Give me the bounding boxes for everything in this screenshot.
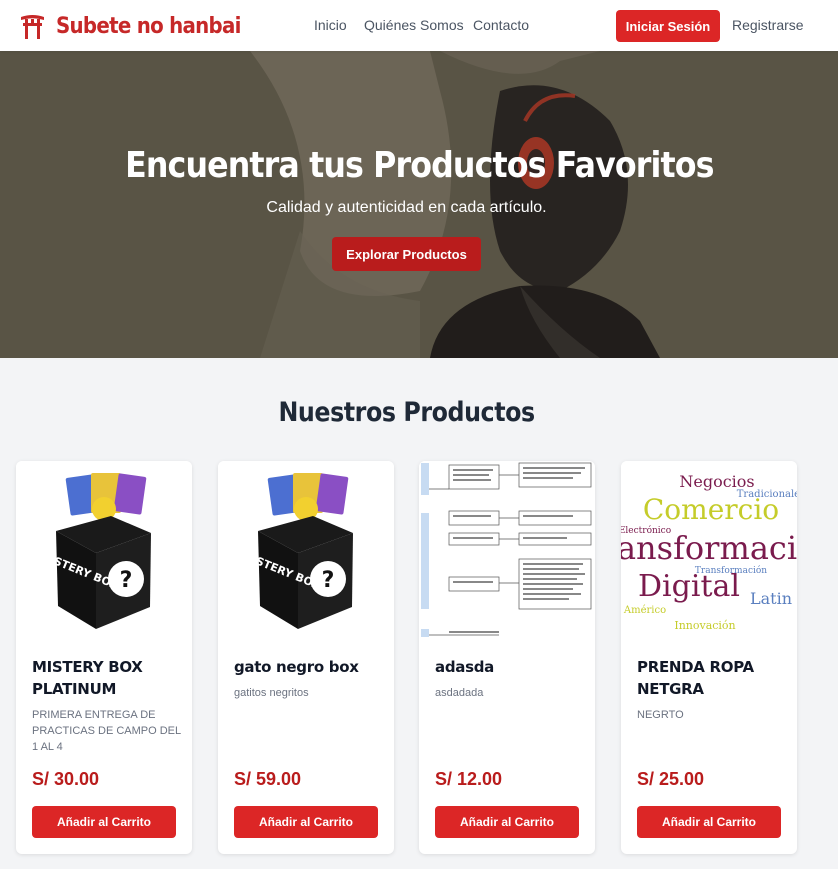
product-image — [419, 461, 595, 640]
nav-link-inicio[interactable]: Inicio — [314, 17, 347, 33]
add-to-cart-button[interactable]: Añadir al Carrito — [234, 806, 378, 838]
product-name: PRENDA ROPA NETGRA — [637, 658, 754, 698]
add-to-cart-button[interactable]: Añadir al Carrito — [32, 806, 176, 838]
product-price: S/ 30.00 — [32, 769, 100, 789]
login-button[interactable]: Iniciar Sesión — [616, 10, 720, 42]
hero-banner: Encuentra tus Productos Favoritos Calida… — [0, 51, 838, 358]
add-to-cart-button[interactable]: Añadir al Carrito — [435, 806, 579, 838]
nav-link-contacto[interactable]: Contacto — [473, 17, 529, 33]
product-price: S/ 59.00 — [234, 769, 302, 789]
svg-text:?: ? — [322, 568, 335, 593]
product-description: asdadada — [435, 687, 484, 699]
products-section-title: Nuestros Productos — [278, 397, 535, 428]
product-description: PRIMERA ENTREGA DE PRACTICAS DE CAMPO DE… — [32, 709, 181, 753]
product-price: S/ 12.00 — [435, 769, 503, 789]
product-image: Comercio ansformaci Digital Negocios Lat… — [621, 461, 797, 640]
nav-link-quienes-somos[interactable]: Quiénes Somos — [364, 17, 464, 33]
product-price: S/ 25.00 — [637, 769, 705, 789]
explore-products-button[interactable]: Explorar Productos — [332, 237, 481, 271]
register-link[interactable]: Registrarse — [732, 17, 804, 33]
brand-name: Subete no hanbai — [56, 13, 241, 39]
product-image: ? MYSTERY BOX — [16, 461, 192, 640]
product-image: ? MYSTERY BOX — [218, 461, 394, 640]
svg-text:Latin: Latin — [750, 589, 792, 608]
product-name: adasda — [435, 658, 494, 676]
svg-text:Tradicionales: Tradicionales — [737, 489, 797, 500]
product-description: gatitos negritos — [234, 687, 309, 699]
hero-title: Encuentra tus Productos Favoritos — [124, 145, 714, 186]
product-name: gato negro box — [234, 658, 359, 676]
product-description: NEGRTO — [637, 709, 684, 721]
add-to-cart-button[interactable]: Añadir al Carrito — [637, 806, 781, 838]
product-card: ? MYSTERY BOX gato negro box gatitos neg… — [218, 461, 394, 854]
svg-text:?: ? — [120, 568, 133, 593]
svg-text:Innovación: Innovación — [674, 619, 735, 632]
svg-text:Américo: Américo — [623, 605, 666, 616]
svg-text:Transformación: Transformación — [695, 565, 767, 576]
product-card: ? MYSTERY BOX MISTERY BOX PLATINUM PRIME… — [16, 461, 192, 854]
brand-logo-link[interactable]: Subete no hanbai — [20, 12, 261, 40]
navbar: Subete no hanbai Inicio Quiénes Somos Co… — [0, 0, 838, 51]
product-card: Comercio ansformaci Digital Negocios Lat… — [621, 461, 797, 854]
product-name: MISTERY BOX PLATINUM — [32, 658, 143, 698]
torii-gate-icon — [21, 15, 44, 39]
svg-text:Electrónico: Electrónico — [621, 525, 671, 536]
product-card: adasda asdadada S/ 12.00 Añadir al Carri… — [419, 461, 595, 854]
hero-subtitle: Calidad y autenticidad en cada artículo. — [266, 199, 547, 216]
